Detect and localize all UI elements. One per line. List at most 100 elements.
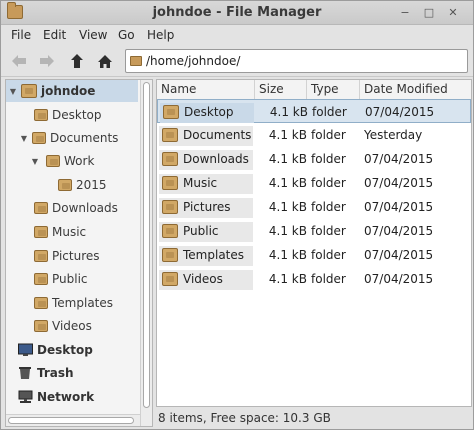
menu-view[interactable]: View — [79, 28, 107, 42]
file-type: folder — [311, 200, 346, 214]
file-name: Downloads — [183, 152, 249, 166]
documents-folder-icon — [162, 128, 178, 142]
file-name: Music — [183, 176, 218, 190]
public-folder-icon — [34, 273, 48, 285]
file-row-public[interactable]: Public 4.1 kB folder 07/04/2015 — [157, 219, 471, 243]
file-row-music[interactable]: Music 4.1 kB folder 07/04/2015 — [157, 171, 471, 195]
sidebar-item-label: Public — [52, 272, 88, 286]
downloads-folder-icon — [162, 152, 178, 166]
forward-arrow-icon[interactable] — [37, 52, 57, 70]
sidebar-item-network[interactable]: Network — [6, 386, 138, 408]
back-arrow-icon[interactable] — [9, 52, 29, 70]
sidebar-item-music[interactable]: Music — [6, 221, 138, 243]
file-size: 4.1 kB — [268, 200, 307, 214]
sidebar-item-public[interactable]: Public — [6, 268, 138, 290]
desktop-icon — [18, 343, 33, 357]
title-bar[interactable]: johndoe - File Manager − □ ✕ — [1, 1, 473, 25]
folder-icon — [46, 155, 60, 167]
file-row-desktop[interactable]: Desktop 4.1 kB folder 07/04/2015 — [157, 99, 471, 123]
file-date: 07/04/2015 — [364, 176, 434, 190]
sidebar-item-downloads[interactable]: Downloads — [6, 197, 138, 219]
location-path: /home/johndoe/ — [146, 54, 241, 68]
menu-help[interactable]: Help — [147, 28, 174, 42]
menu-bar: File Edit View Go Help — [1, 25, 473, 45]
file-name: Pictures — [183, 200, 231, 214]
file-name: Documents — [183, 128, 252, 142]
file-row-documents[interactable]: Documents 4.1 kB folder Yesterday — [157, 123, 471, 147]
desktop-folder-icon — [34, 109, 48, 121]
sidebar-item-work[interactable]: ▼ Work — [6, 150, 138, 172]
close-icon[interactable]: ✕ — [445, 5, 461, 21]
file-manager-window: johndoe - File Manager − □ ✕ File Edit V… — [0, 0, 474, 430]
sidebar-item-desktop-place[interactable]: Desktop — [6, 339, 138, 361]
videos-folder-icon — [34, 320, 48, 332]
sidebar-item-trash[interactable]: Trash — [6, 362, 138, 384]
file-type: folder — [311, 176, 346, 190]
column-header-name[interactable]: Name — [157, 80, 255, 100]
home-folder-icon — [21, 84, 37, 98]
expander-icon[interactable]: ▼ — [19, 134, 29, 143]
sidebar-item-johndoe[interactable]: ▼ johndoe — [6, 80, 138, 102]
sidebar-item-templates[interactable]: Templates — [6, 292, 138, 314]
toolbar: /home/johndoe/ — [1, 45, 473, 77]
column-header-type[interactable]: Type — [307, 80, 360, 100]
file-date: 07/04/2015 — [364, 224, 434, 238]
sidebar-item-label: Network — [37, 390, 95, 404]
column-header-date-modified[interactable]: Date Modified — [360, 80, 471, 100]
file-type: folder — [311, 248, 346, 262]
home-folder-icon — [130, 56, 142, 66]
menu-file[interactable]: File — [11, 28, 31, 42]
file-name: Videos — [183, 272, 223, 286]
column-header-size[interactable]: Size — [255, 80, 307, 100]
menu-go[interactable]: Go — [118, 28, 135, 42]
menu-edit[interactable]: Edit — [43, 28, 66, 42]
file-row-pictures[interactable]: Pictures 4.1 kB folder 07/04/2015 — [157, 195, 471, 219]
templates-folder-icon — [34, 297, 48, 309]
file-type: folder — [311, 224, 346, 238]
location-bar[interactable]: /home/johndoe/ — [125, 49, 468, 73]
desktop-folder-icon — [163, 105, 179, 119]
sidebar-item-label: Music — [52, 225, 87, 239]
status-bar: 8 items, Free space: 10.3 GB — [156, 408, 472, 428]
sidebar-item-2015[interactable]: 2015 — [6, 174, 138, 196]
file-row-videos[interactable]: Videos 4.1 kB folder 07/04/2015 — [157, 267, 471, 291]
pictures-folder-icon — [34, 250, 48, 262]
sidebar-item-label: Desktop — [37, 343, 93, 357]
file-size: 4.1 kB — [268, 152, 307, 166]
public-folder-icon — [162, 224, 178, 238]
up-arrow-icon[interactable] — [67, 52, 87, 70]
file-type: folder — [312, 105, 347, 119]
sidebar-item-documents[interactable]: ▼ Documents — [6, 127, 138, 149]
sidebar-horizontal-scrollbar[interactable] — [6, 414, 140, 426]
videos-folder-icon — [162, 272, 178, 286]
sidebar-item-label: Downloads — [52, 201, 118, 215]
home-icon[interactable] — [95, 52, 115, 70]
maximize-icon[interactable]: □ — [421, 5, 437, 21]
file-row-templates[interactable]: Templates 4.1 kB folder 07/04/2015 — [157, 243, 471, 267]
sidebar-item-pictures[interactable]: Pictures — [6, 245, 138, 267]
file-name: Desktop — [184, 105, 234, 119]
sidebar-item-desktop[interactable]: Desktop — [6, 104, 138, 126]
file-name: Public — [183, 224, 219, 238]
minimize-icon[interactable]: − — [397, 5, 413, 21]
file-row-downloads[interactable]: Downloads 4.1 kB folder 07/04/2015 — [157, 147, 471, 171]
network-icon — [18, 390, 33, 404]
sidebar-item-label: Pictures — [52, 249, 100, 263]
documents-folder-icon — [32, 132, 46, 144]
trash-icon — [18, 366, 33, 380]
pictures-folder-icon — [162, 200, 178, 214]
scrollbar-thumb[interactable] — [8, 417, 134, 424]
file-size: 4.1 kB — [268, 248, 307, 262]
sidebar-item-label: Work — [64, 154, 95, 168]
scrollbar-thumb[interactable] — [143, 82, 150, 408]
sidebar-item-label: Templates — [52, 296, 114, 310]
sidebar-item-label: 2015 — [76, 178, 107, 192]
sidebar-vertical-scrollbar[interactable] — [140, 80, 152, 426]
expander-icon[interactable]: ▼ — [30, 157, 40, 166]
sidebar-item-label: johndoe — [41, 84, 96, 98]
sidebar-item-videos[interactable]: Videos — [6, 315, 138, 337]
status-text: 8 items, Free space: 10.3 GB — [158, 411, 331, 425]
file-date: Yesterday — [364, 128, 423, 142]
expander-icon[interactable]: ▼ — [8, 87, 18, 96]
templates-folder-icon — [162, 248, 178, 262]
